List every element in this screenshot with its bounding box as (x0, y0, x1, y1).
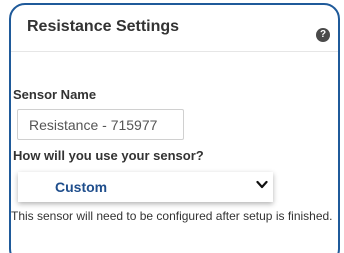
panel-header: Resistance Settings ? (11, 5, 338, 52)
chevron-down-icon (256, 180, 268, 189)
usage-select-value: Custom (55, 179, 108, 195)
setup-note: This sensor will need to be configured a… (11, 209, 333, 223)
help-icon[interactable]: ? (316, 28, 330, 42)
panel-title: Resistance Settings (27, 18, 180, 35)
usage-question-label: How will you use your sensor? (13, 148, 204, 163)
usage-select[interactable]: Custom (18, 172, 273, 202)
sensor-name-input[interactable] (17, 109, 184, 140)
sensor-name-label: Sensor Name (13, 87, 97, 102)
